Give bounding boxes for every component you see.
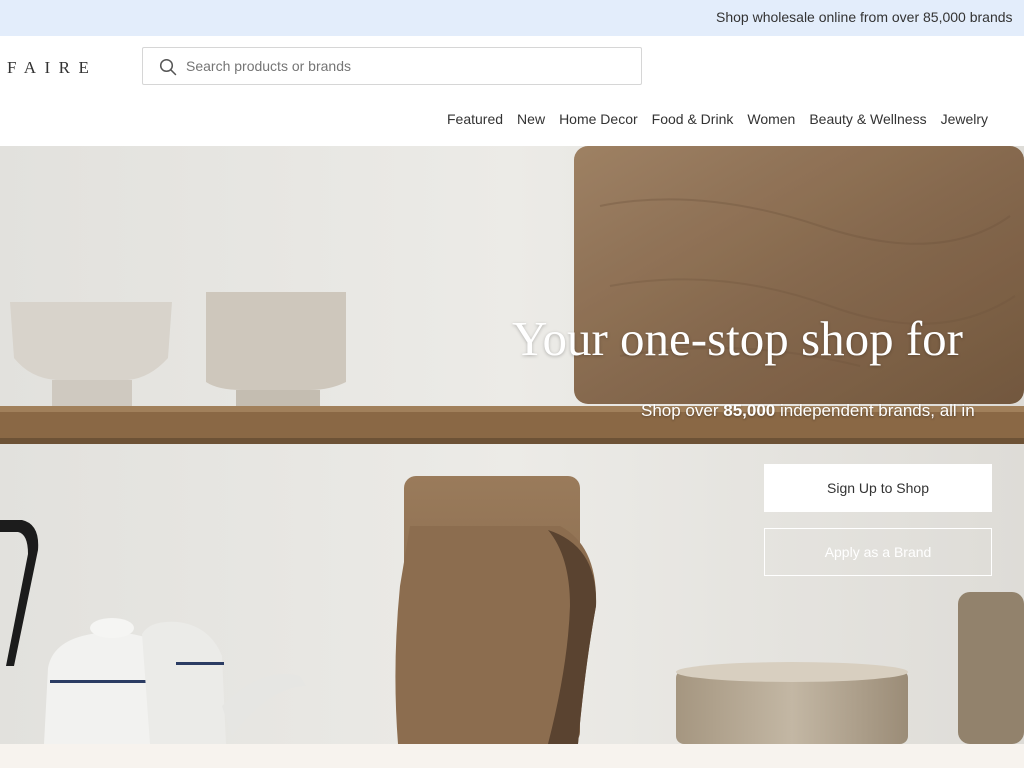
nav-item-beauty-wellness[interactable]: Beauty & Wellness — [809, 111, 926, 127]
nav-item-home-decor[interactable]: Home Decor — [559, 111, 638, 127]
sign-up-to-shop-button[interactable]: Sign Up to Shop — [764, 464, 992, 512]
hero-brand-count: 85,000 — [723, 401, 776, 420]
nav-item-women[interactable]: Women — [747, 111, 795, 127]
nav-item-new[interactable]: New — [517, 111, 545, 127]
site-header: FAIRE Featured New Home Decor Food & Dri… — [0, 36, 1024, 146]
hero-title: Your one-stop shop for — [512, 311, 964, 366]
apply-as-brand-button[interactable]: Apply as a Brand — [764, 528, 992, 576]
hero-background-image — [0, 146, 1024, 744]
search-input[interactable] — [186, 48, 626, 84]
hero-subtitle-suffix: independent brands, all in — [775, 401, 975, 420]
hero-banner: Your one-stop shop for Shop over 85,000 … — [0, 146, 1024, 744]
faire-logo[interactable]: FAIRE — [7, 58, 97, 78]
announcement-text: Shop wholesale online from over 85,000 b… — [716, 9, 1013, 25]
search-box[interactable] — [142, 47, 642, 85]
nav-item-food-drink[interactable]: Food & Drink — [652, 111, 734, 127]
hero-subtitle-prefix: Shop over — [641, 401, 724, 420]
category-nav: Featured New Home Decor Food & Drink Wom… — [447, 111, 1002, 127]
below-hero-section — [0, 744, 1024, 768]
nav-item-featured[interactable]: Featured — [447, 111, 503, 127]
announcement-bar: Shop wholesale online from over 85,000 b… — [0, 0, 1024, 36]
hero-subtitle: Shop over 85,000 independent brands, all… — [641, 401, 975, 421]
search-icon — [159, 58, 177, 76]
nav-item-jewelry[interactable]: Jewelry — [941, 111, 988, 127]
